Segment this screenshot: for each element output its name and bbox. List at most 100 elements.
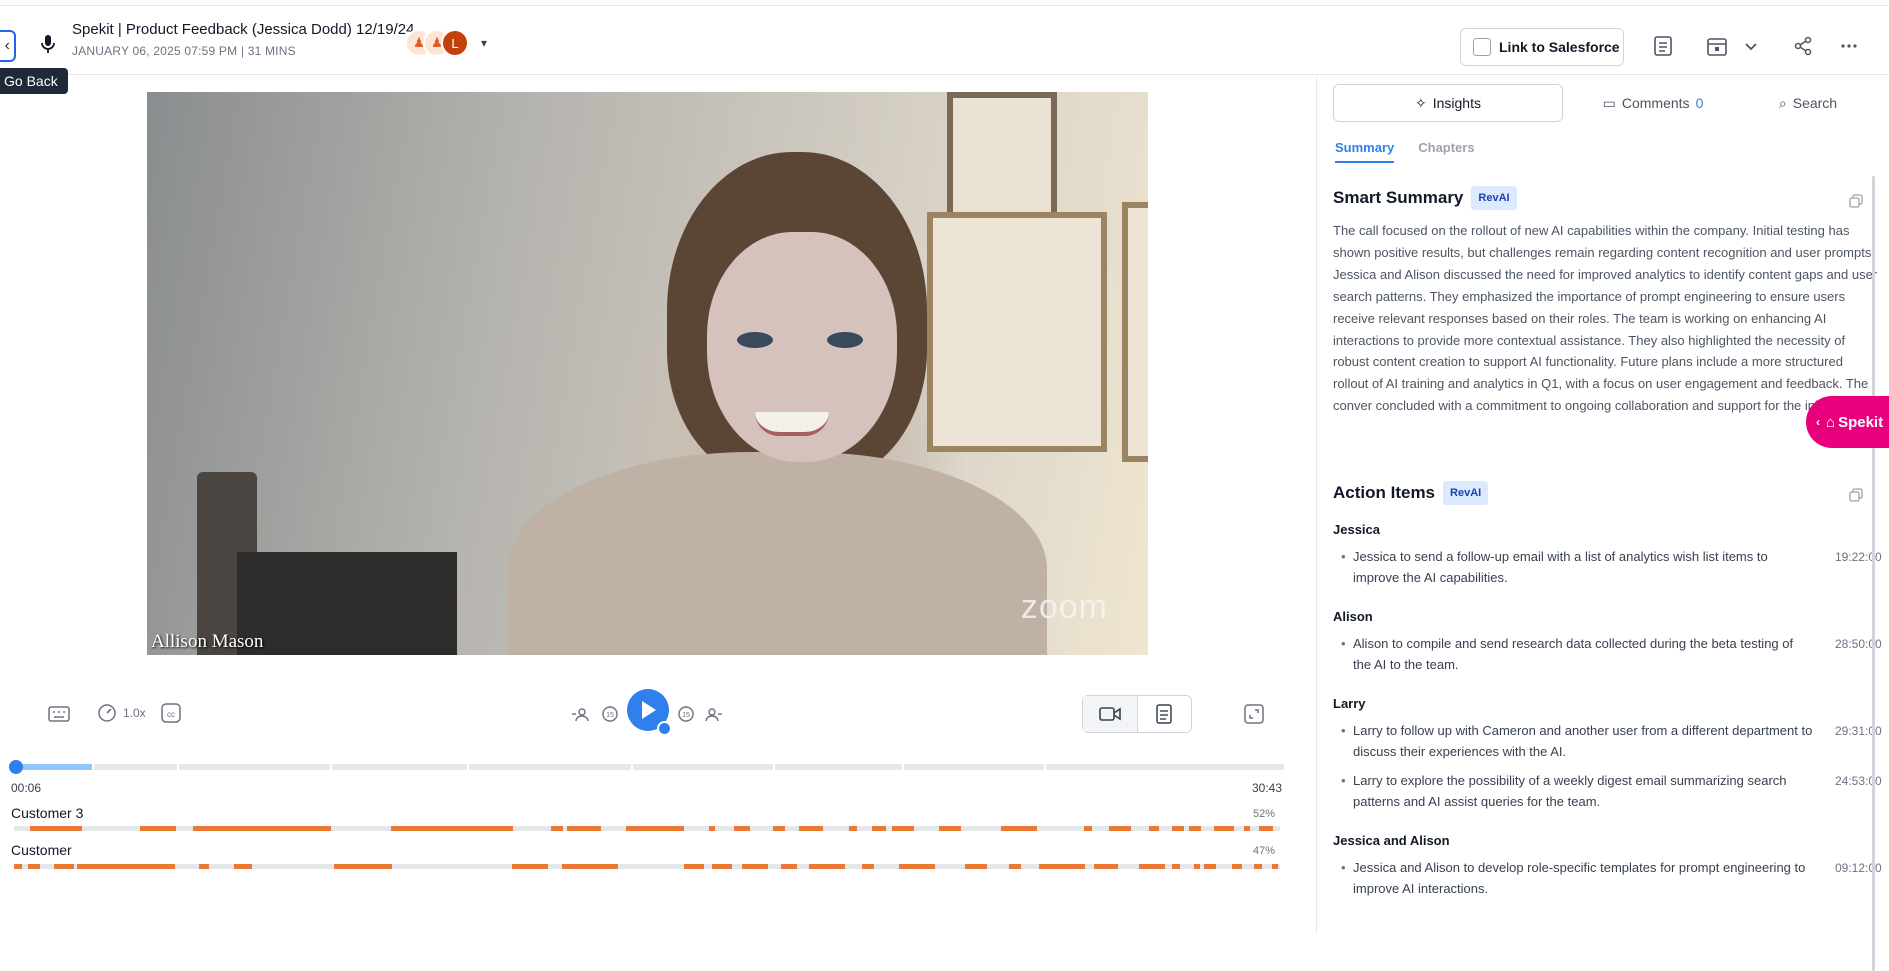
timeline-track[interactable] xyxy=(14,764,1284,770)
chapter-marker xyxy=(902,764,904,770)
call-title: Spekit | Product Feedback (Jessica Dodd)… xyxy=(72,21,415,38)
back-tooltip: Go Back xyxy=(0,68,68,94)
total-time: 30:43 xyxy=(1252,781,1283,795)
subtab-chapters[interactable]: Chapters xyxy=(1418,140,1474,163)
comments-count: 0 xyxy=(1695,95,1704,111)
speaker-track-customer-3[interactable] xyxy=(14,826,1280,831)
top-border xyxy=(0,0,1889,6)
chapter-marker xyxy=(1044,764,1046,770)
chapter-marker xyxy=(177,764,179,770)
action-owner: Larry xyxy=(1333,696,1366,711)
tab-search[interactable]: ⌕ Search xyxy=(1743,84,1873,122)
spekit-widget[interactable]: ‹ ⌂ Spekit xyxy=(1806,396,1889,448)
playback-speed-button[interactable]: 1.0x xyxy=(97,702,146,724)
more-options-icon[interactable] xyxy=(1838,35,1860,57)
chapter-marker xyxy=(631,764,633,770)
document-icon xyxy=(1156,704,1172,724)
keyboard-icon[interactable] xyxy=(48,705,70,723)
participant-name-label: Allison Mason xyxy=(151,631,264,652)
tab-comments[interactable]: ▭ Comments 0 xyxy=(1563,84,1743,122)
participant-eye xyxy=(737,332,773,348)
smart-summary-title: Smart Summary xyxy=(1333,188,1464,207)
fast-forward-icon[interactable]: 15 xyxy=(676,704,696,724)
speedometer-icon xyxy=(98,704,116,722)
chevron-down-icon[interactable] xyxy=(1740,35,1762,57)
action-owner: Jessica and Alison xyxy=(1333,833,1450,848)
svg-text:cc: cc xyxy=(167,710,175,719)
sparkle-icon: ✧ xyxy=(1415,94,1427,111)
action-item-text: Alison to compile and send research data… xyxy=(1353,636,1794,672)
action-owner: Jessica xyxy=(1333,522,1380,537)
closed-captions-icon[interactable]: cc xyxy=(161,703,181,723)
wall-frame xyxy=(927,212,1107,452)
speaker-track-customer[interactable] xyxy=(14,864,1280,869)
copy-icon[interactable] xyxy=(1849,488,1863,502)
participant-body xyxy=(507,452,1047,655)
tab-search-label: Search xyxy=(1792,95,1838,111)
spekit-widget-label: Spekit xyxy=(1838,413,1884,431)
action-item[interactable]: Jessica and Alison to develop role-speci… xyxy=(1341,858,1882,899)
action-item-text: Jessica to send a follow-up email with a… xyxy=(1353,549,1768,585)
speaker-name: Customer 3 xyxy=(11,805,84,821)
rewind-icon[interactable]: 15 xyxy=(600,704,620,724)
current-time: 00:06 xyxy=(11,781,42,795)
chapter-marker xyxy=(92,764,94,770)
subtab-summary[interactable]: Summary xyxy=(1335,140,1395,163)
action-owner: Alison xyxy=(1333,609,1373,624)
copy-icon[interactable] xyxy=(1849,194,1863,208)
tab-insights[interactable]: ✧ Insights xyxy=(1333,84,1563,122)
timeline-scrubber[interactable] xyxy=(9,760,23,774)
panel-scrollbar[interactable] xyxy=(1872,176,1875,971)
smart-summary-text: The call focused on the rollout of new A… xyxy=(1333,223,1878,414)
speaker-talk-percent: 47% xyxy=(1253,845,1276,857)
panel-tabs: ✧ Insights ▭ Comments 0 ⌕ Search xyxy=(1333,84,1873,122)
chapter-marker xyxy=(773,764,775,770)
action-item[interactable]: Larry to follow up with Cameron and anot… xyxy=(1341,721,1882,762)
wall-frame xyxy=(1122,202,1148,462)
video-view-button[interactable] xyxy=(1083,696,1138,732)
action-item[interactable]: Alison to compile and send research data… xyxy=(1341,634,1882,675)
zoom-watermark: zoom xyxy=(1020,588,1108,626)
action-item-text: Jessica and Alison to develop role-speci… xyxy=(1353,860,1806,896)
action-item-text: Larry to explore the possibility of a we… xyxy=(1353,773,1787,809)
svg-text:15: 15 xyxy=(606,712,614,719)
summary-subtabs: Summary Chapters xyxy=(1335,140,1475,163)
play-options-icon[interactable] xyxy=(657,721,672,736)
back-button[interactable]: ‹ xyxy=(0,30,16,62)
action-item[interactable]: Jessica to send a follow-up email with a… xyxy=(1341,547,1882,588)
salesforce-checkbox-icon xyxy=(1473,38,1491,56)
salesforce-label: Link to Salesforce xyxy=(1499,39,1620,55)
fullscreen-icon[interactable] xyxy=(1244,704,1264,724)
microphone-icon xyxy=(41,35,55,53)
call-header: ‹ Go Back Spekit | Product Feedback (Jes… xyxy=(0,7,1889,94)
tab-insights-label: Insights xyxy=(1432,95,1481,111)
previous-speaker-icon[interactable] xyxy=(571,705,589,723)
smart-summary-heading: Smart Summary RevAI xyxy=(1333,186,1517,210)
speaker-talk-percent: 52% xyxy=(1253,808,1276,820)
insights-panel: ✧ Insights ▭ Comments 0 ⌕ Search Summary… xyxy=(1316,76,1889,971)
chevron-left-icon: ‹ xyxy=(4,37,10,54)
calendar-icon[interactable] xyxy=(1706,35,1728,57)
svg-text:15: 15 xyxy=(682,712,690,719)
chapter-marker xyxy=(467,764,469,770)
action-item[interactable]: Larry to explore the possibility of a we… xyxy=(1341,771,1882,812)
chapter-marker xyxy=(330,764,332,770)
video-camera-icon xyxy=(1098,707,1121,721)
chevron-down-icon[interactable]: ▾ xyxy=(481,36,487,50)
view-mode-toggle xyxy=(1082,695,1192,733)
participants[interactable]: ♟ ♟ L ▾ xyxy=(405,27,487,59)
play-icon xyxy=(642,701,656,719)
transcript-view-button[interactable] xyxy=(1138,696,1192,732)
notes-icon[interactable] xyxy=(1652,35,1674,57)
timeline-progress xyxy=(14,764,92,770)
link-to-salesforce-button[interactable]: Link to Salesforce xyxy=(1460,28,1624,66)
comment-icon: ▭ xyxy=(1602,94,1616,111)
participant-eye xyxy=(827,332,863,348)
share-icon[interactable] xyxy=(1792,35,1814,57)
action-items-title: Action Items xyxy=(1333,483,1436,502)
next-speaker-icon[interactable] xyxy=(705,705,723,723)
participant-avatar: L xyxy=(441,29,469,57)
video-player[interactable]: Allison Mason zoom xyxy=(147,92,1148,655)
revai-badge: RevAI xyxy=(1443,481,1489,505)
call-date-duration: JANUARY 06, 2025 07:59 PM | 31 MINS xyxy=(72,44,296,58)
